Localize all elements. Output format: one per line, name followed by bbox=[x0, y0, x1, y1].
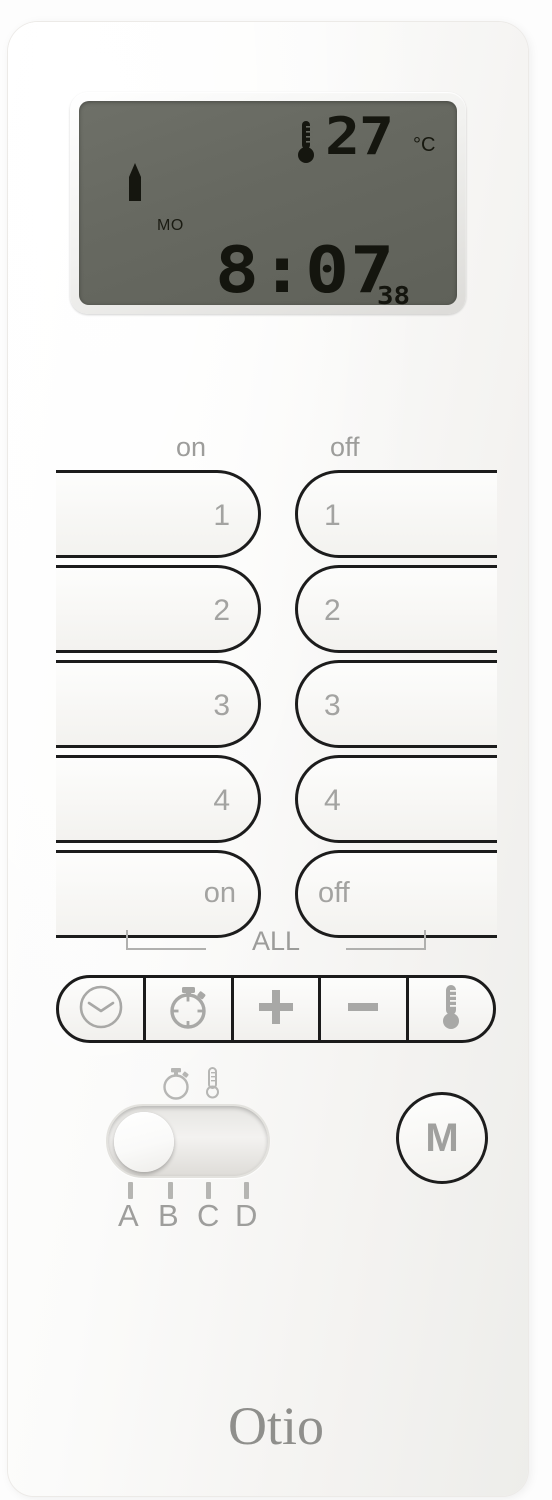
button-on-1[interactable]: 1 bbox=[56, 470, 261, 558]
button-off-1[interactable]: 1 bbox=[295, 470, 497, 558]
slider-tick-d bbox=[244, 1182, 249, 1199]
function-button-strip bbox=[56, 975, 496, 1043]
slider-label-d: D bbox=[235, 1198, 258, 1233]
button-all-off[interactable]: off bbox=[295, 850, 497, 938]
button-all-off-label: off bbox=[318, 877, 350, 909]
mode-slider-track[interactable] bbox=[106, 1104, 270, 1178]
button-off-1-label: 1 bbox=[324, 499, 341, 532]
minus-icon bbox=[342, 986, 384, 1033]
clock-button[interactable] bbox=[59, 978, 147, 1040]
minus-button[interactable] bbox=[321, 978, 409, 1040]
column-header-off: off bbox=[330, 432, 360, 462]
timer-button[interactable] bbox=[146, 978, 234, 1040]
thermometer-button[interactable] bbox=[409, 978, 493, 1040]
button-on-1-label: 1 bbox=[213, 499, 230, 532]
lcd-temperature-value: 27 bbox=[325, 107, 394, 167]
antenna-icon bbox=[125, 163, 145, 210]
button-on-3[interactable]: 3 bbox=[56, 660, 261, 748]
button-off-2-label: 2 bbox=[324, 594, 341, 627]
lcd-seconds-value: 38 bbox=[377, 281, 411, 305]
plus-icon bbox=[255, 986, 297, 1033]
slider-label-b: B bbox=[158, 1198, 179, 1233]
slider-label-c: C bbox=[197, 1198, 220, 1233]
mode-slider-knob[interactable] bbox=[114, 1112, 174, 1172]
column-header-on: on bbox=[176, 432, 207, 462]
button-off-2[interactable]: 2 bbox=[295, 565, 497, 653]
button-on-3-label: 3 bbox=[213, 689, 230, 722]
button-on-2[interactable]: 2 bbox=[56, 565, 261, 653]
slider-tick-c bbox=[206, 1182, 211, 1199]
brand-logo: Otio bbox=[227, 1396, 324, 1456]
mode-slider-icons bbox=[160, 1065, 240, 1101]
button-off-3-label: 3 bbox=[324, 689, 341, 722]
bracket-right-segment bbox=[346, 930, 426, 950]
thermometer-icon bbox=[295, 119, 317, 172]
button-on-2-label: 2 bbox=[213, 594, 230, 627]
memory-button-label: M bbox=[425, 1115, 459, 1160]
button-all-on[interactable]: on bbox=[56, 850, 261, 938]
lcd-day-indicator: MO bbox=[157, 217, 184, 234]
thermometer-icon bbox=[204, 1066, 222, 1105]
slider-tick-a bbox=[128, 1182, 133, 1199]
lcd-bezel: 27 °C MO 8:07 38 bbox=[70, 92, 466, 314]
mode-slider-labels: A B C D bbox=[100, 1198, 276, 1238]
lcd-screen: 27 °C MO 8:07 38 bbox=[79, 101, 457, 305]
button-off-4[interactable]: 4 bbox=[295, 755, 497, 843]
slider-label-a: A bbox=[118, 1198, 139, 1233]
lcd-temperature-unit: °C bbox=[413, 134, 436, 156]
button-off-4-label: 4 bbox=[324, 784, 341, 817]
plus-button[interactable] bbox=[234, 978, 322, 1040]
all-group-bracket: ALL bbox=[126, 926, 426, 960]
clock-icon bbox=[78, 984, 124, 1035]
button-all-on-label: on bbox=[203, 877, 236, 909]
memory-button[interactable]: M bbox=[396, 1092, 488, 1184]
stopwatch-icon bbox=[166, 983, 212, 1036]
all-group-label: ALL bbox=[251, 926, 301, 956]
bracket-left-segment bbox=[126, 930, 206, 950]
lcd-time-value: 8:07 bbox=[215, 234, 396, 305]
button-off-3[interactable]: 3 bbox=[295, 660, 497, 748]
button-on-4-label: 4 bbox=[213, 784, 230, 817]
stopwatch-icon bbox=[160, 1065, 194, 1106]
slider-tick-b bbox=[168, 1182, 173, 1199]
thermometer-icon bbox=[438, 982, 464, 1037]
button-on-4[interactable]: 4 bbox=[56, 755, 261, 843]
